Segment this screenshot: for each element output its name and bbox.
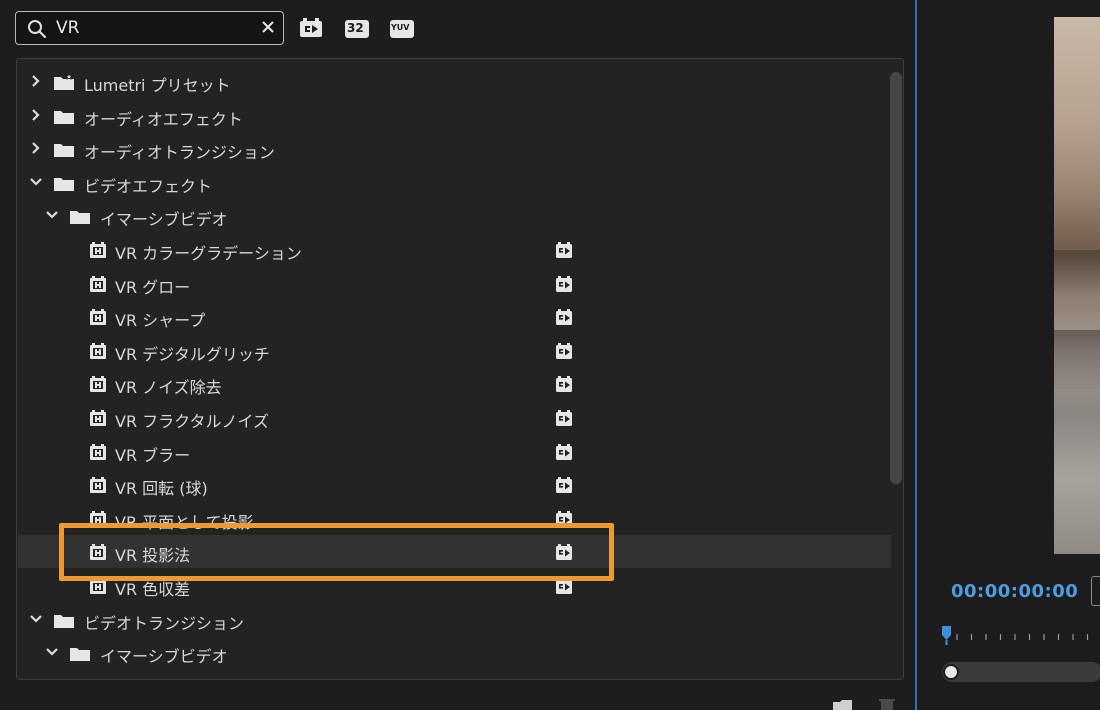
tree-row-label: VR シャープ [115,311,206,331]
effects-tree: Lumetri プリセット オーディオエフェクトオーディオトランジション ビデオエフ… [16,58,904,680]
accelerated-effect-icon [556,544,572,561]
accelerated-effects-filter-icon[interactable] [299,17,323,39]
playhead-marker-icon[interactable] [941,625,953,645]
tree-row-label: VR フラクタルノイズ [115,412,270,431]
program-monitor: 00:00:00:00 [919,0,1100,710]
chevron-down-icon[interactable] [29,612,43,626]
search-icon [28,20,47,39]
tree-folder-row[interactable]: オーディオトランジション [18,132,891,165]
video-effect-icon [90,275,106,292]
32bit-filter-icon[interactable]: 32 [345,20,369,38]
time-ruler[interactable] [943,625,1100,645]
tree-effect-row[interactable]: VR シャープ [18,300,891,333]
tree-row-label: ビデオトランジション [84,613,245,633]
tree-row-label: オーディオエフェクト [84,109,243,129]
tree-folder-row[interactable]: ビデオエフェクト [18,166,891,199]
zoom-scrollbar[interactable] [942,662,1100,682]
tree-effect-row[interactable]: VR 平面として投影 [18,502,891,535]
tree-row-label: オーディオトランジション [84,143,275,163]
tree-row-label: イマーシブビデオ [100,647,228,667]
tree-effect-row[interactable]: VR グロー [18,267,891,300]
video-preview-shade [1054,330,1100,390]
tree-row-label: VR ブラー [115,445,191,465]
video-preview-shade [1054,250,1100,290]
video-effect-icon [90,342,106,359]
search-box[interactable] [15,11,284,45]
fit-dropdown[interactable] [1091,576,1100,606]
accelerated-effect-icon [556,275,572,292]
tree-row-label: VR 平面として投影 [115,512,254,532]
search-input[interactable] [56,17,256,39]
video-effect-icon [90,309,106,326]
tree-effect-row[interactable]: VR 色収差 [18,569,891,602]
tree-row-label: ビデオエフェクト [84,176,213,196]
video-effect-icon [90,510,106,527]
chevron-down-icon[interactable] [29,175,43,189]
tree-effect-row[interactable]: VR ノイズ除去 [18,367,891,400]
accelerated-effect-icon [556,443,572,460]
clear-search-icon[interactable] [261,20,275,34]
accelerated-effect-icon [556,342,572,359]
accelerated-effect-icon [556,309,572,326]
tree-row-label: Lumetri プリセット [84,76,231,95]
video-effect-icon [90,477,106,494]
accelerated-effect-icon [556,242,572,258]
video-effect-icon [90,544,106,561]
accelerated-effect-icon [556,578,572,594]
chevron-down-icon[interactable] [45,645,59,659]
video-effect-icon [90,443,106,460]
accelerated-effect-icon [556,477,572,494]
chevron-right-icon[interactable] [29,74,43,88]
accelerated-effect-icon [556,510,572,527]
preset-folder-icon [54,74,74,90]
tree-row-label: イマーシブビデオ [100,210,228,230]
accelerated-effect-icon [556,410,572,426]
tree-folder-row[interactable]: イマーシブビデオ [18,199,891,232]
tree-row-label: VR ノイズ除去 [115,378,222,398]
tree-folder-row[interactable]: ビデオトランジション [18,603,891,636]
video-effect-icon [90,376,106,393]
tree-scrollbar[interactable] [890,72,902,484]
zoom-scrollbar-handle[interactable] [943,664,959,680]
tree-effect-row[interactable]: VR 回転 (球) [18,468,891,501]
tree-effect-row[interactable]: VR ブラー [18,435,891,468]
tree-effect-row[interactable]: VR 投影法 [18,535,891,569]
chevron-right-icon[interactable] [29,141,43,155]
yuv-filter-icon[interactable]: YUV [390,20,414,38]
folder-icon [54,110,74,124]
folder-icon [54,177,74,191]
tree-folder-row[interactable]: オーディオエフェクト [18,99,891,132]
tree-row-label: VR 投影法 [115,546,191,566]
new-bin-icon[interactable] [832,698,854,710]
folder-icon [54,614,74,628]
yuv-label: YUV [391,23,410,32]
tree-folder-row[interactable]: イマーシブビデオ [18,636,891,669]
tree-folder-row[interactable]: Lumetri プリセット [18,65,891,98]
32bit-label: 32 [347,21,364,35]
folder-icon [70,648,90,662]
video-effect-icon [90,410,106,426]
folder-icon [54,144,74,158]
folder-icon [70,211,90,225]
tree-row-label: VR デジタルグリッチ [115,344,270,364]
chevron-down-icon[interactable] [45,208,59,222]
tree-row-label: VR グロー [115,277,191,297]
video-effect-icon [90,578,106,594]
tree-row-label: VR カラーグラデーション [115,244,302,263]
tree-effect-row[interactable]: VR デジタルグリッチ [18,334,891,367]
tree-effect-row[interactable]: VR フラクタルノイズ [18,401,891,434]
tree-row-label: VR 回転 (球) [115,479,208,499]
effects-panel: 32 YUV Lumetri プリセットオーディオエフェクトオーディオトランジシ… [0,0,917,710]
trash-icon[interactable] [879,698,895,710]
accelerated-effect-icon [556,376,572,393]
chevron-right-icon[interactable] [29,108,43,122]
tree-effect-row[interactable]: VR カラーグラデーション [18,233,891,266]
video-effect-icon [90,242,106,258]
playhead-timecode[interactable]: 00:00:00:00 [951,581,1078,602]
tree-row-label: VR 色収差 [115,580,191,599]
